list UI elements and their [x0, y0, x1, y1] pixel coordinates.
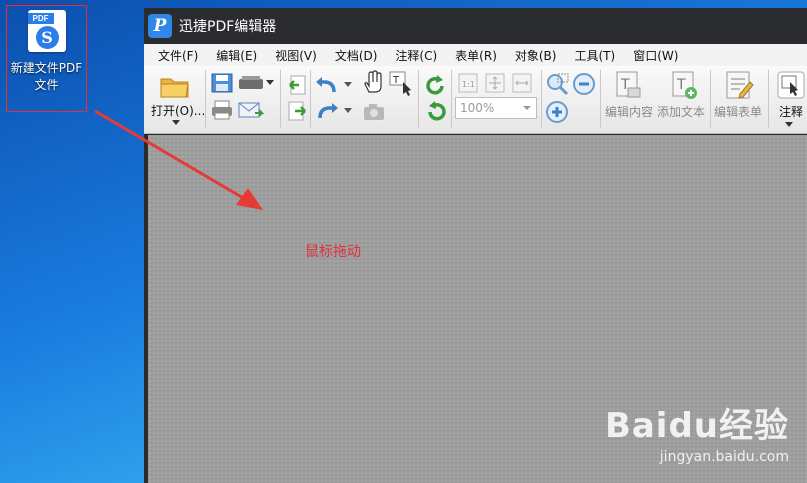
desktop-pdf-file-icon[interactable]: PDF S 新建文件PDF 文件 [6, 5, 87, 112]
toolbar-separator [451, 70, 452, 128]
menu-comment[interactable]: 注释(C) [381, 47, 437, 64]
zoom-select[interactable]: 100% [455, 97, 537, 119]
add-text-button[interactable]: 添加文本 [657, 103, 705, 120]
redo-dropdown-chevron-icon[interactable] [344, 108, 352, 113]
toolbar-separator [600, 70, 601, 128]
fit-width-icon[interactable] [511, 72, 533, 94]
annotate-button[interactable]: 注释 [779, 103, 803, 120]
zoom-chevron-down-icon[interactable] [523, 106, 531, 110]
document-workspace[interactable]: 鼠标拖动 Baidu经验 jingyan.baidu.com [148, 135, 807, 483]
save-icon[interactable] [210, 72, 234, 94]
zoom-in-icon[interactable] [545, 100, 569, 124]
print-icon[interactable] [210, 99, 234, 121]
desktop-icon-label: 新建文件PDF 文件 [6, 60, 87, 94]
drag-annotation-text: 鼠标拖动 [305, 244, 361, 260]
edit-form-icon[interactable] [724, 70, 754, 100]
menu-form[interactable]: 表单(R) [441, 47, 497, 64]
edit-form-button[interactable]: 编辑表单 [714, 103, 762, 120]
watermark-brand: Baidu经验 [604, 406, 789, 446]
snapshot-camera-icon[interactable] [362, 102, 386, 122]
email-icon[interactable] [237, 101, 265, 121]
edit-content-button[interactable]: 编辑内容 [605, 103, 653, 120]
title-bar[interactable]: P 迅捷PDF编辑器 [144, 8, 807, 44]
toolbar-separator [768, 70, 769, 128]
menu-window[interactable]: 窗口(W) [619, 47, 678, 64]
import-page-icon[interactable] [286, 74, 308, 96]
actual-size-icon[interactable]: 1:1 [457, 72, 479, 94]
hand-tool-icon[interactable] [362, 70, 386, 94]
toolbar-separator [541, 70, 542, 128]
menu-bar: 文件(F) 编辑(E) 视图(V) 文档(D) 注释(C) 表单(R) 对象(B… [144, 44, 807, 66]
open-folder-icon[interactable] [159, 72, 191, 100]
rotate-counterclockwise-icon[interactable] [424, 74, 448, 98]
redo-icon[interactable] [314, 102, 340, 122]
app-logo-icon: P [148, 14, 172, 38]
annotate-icon[interactable] [776, 70, 806, 100]
open-dropdown-chevron-icon[interactable] [172, 120, 180, 125]
scanner-dropdown-chevron-icon[interactable] [266, 80, 274, 85]
scanner-icon[interactable] [237, 74, 265, 92]
menu-tools[interactable]: 工具(T) [560, 47, 615, 64]
toolbar: 打开(O)... T 1:1 100% T 编辑内容 T 添加文本 编辑表单 注… [144, 66, 807, 134]
window-title: 迅捷PDF编辑器 [179, 19, 277, 35]
zoom-tool-icon[interactable] [545, 72, 571, 98]
zoom-out-icon[interactable] [572, 72, 596, 96]
export-page-icon[interactable] [286, 100, 308, 122]
undo-dropdown-chevron-icon[interactable] [344, 82, 352, 87]
menu-document[interactable]: 文档(D) [321, 47, 378, 64]
rotate-clockwise-icon[interactable] [424, 100, 448, 124]
toolbar-separator [205, 70, 206, 128]
select-text-icon[interactable]: T [388, 70, 414, 96]
svg-text:T: T [392, 75, 400, 86]
pdf-file-icon: PDF S [27, 10, 66, 52]
desktop-icon-label-line1: 新建文件PDF [10, 61, 83, 75]
toolbar-separator [418, 70, 419, 128]
fit-page-icon[interactable] [484, 72, 506, 94]
menu-file[interactable]: 文件(F) [144, 47, 198, 64]
toolbar-separator [280, 70, 281, 128]
annotate-dropdown-chevron-icon[interactable] [785, 122, 793, 127]
pdf-tag: PDF [27, 13, 54, 24]
desktop-icon-label-line2: 文件 [34, 78, 59, 92]
open-button[interactable]: 打开(O)... [151, 102, 205, 119]
add-text-icon[interactable]: T [669, 70, 699, 100]
menu-view[interactable]: 视图(V) [261, 47, 317, 64]
edit-content-icon[interactable]: T [613, 70, 643, 100]
app-window: P 迅捷PDF编辑器 文件(F) 编辑(E) 视图(V) 文档(D) 注释(C)… [144, 8, 807, 483]
menu-object[interactable]: 对象(B) [501, 47, 557, 64]
zoom-value: 100% [460, 101, 495, 115]
undo-icon[interactable] [314, 76, 340, 96]
baidu-watermark: Baidu经验 jingyan.baidu.com [605, 398, 789, 465]
svg-text:1:1: 1:1 [462, 80, 475, 89]
toolbar-separator [310, 70, 311, 128]
menu-edit[interactable]: 编辑(E) [202, 47, 257, 64]
svg-text:T: T [676, 77, 686, 93]
pdf-app-logo-icon: S [35, 26, 59, 49]
watermark-url: jingyan.baidu.com [659, 449, 789, 465]
toolbar-separator [710, 70, 711, 128]
